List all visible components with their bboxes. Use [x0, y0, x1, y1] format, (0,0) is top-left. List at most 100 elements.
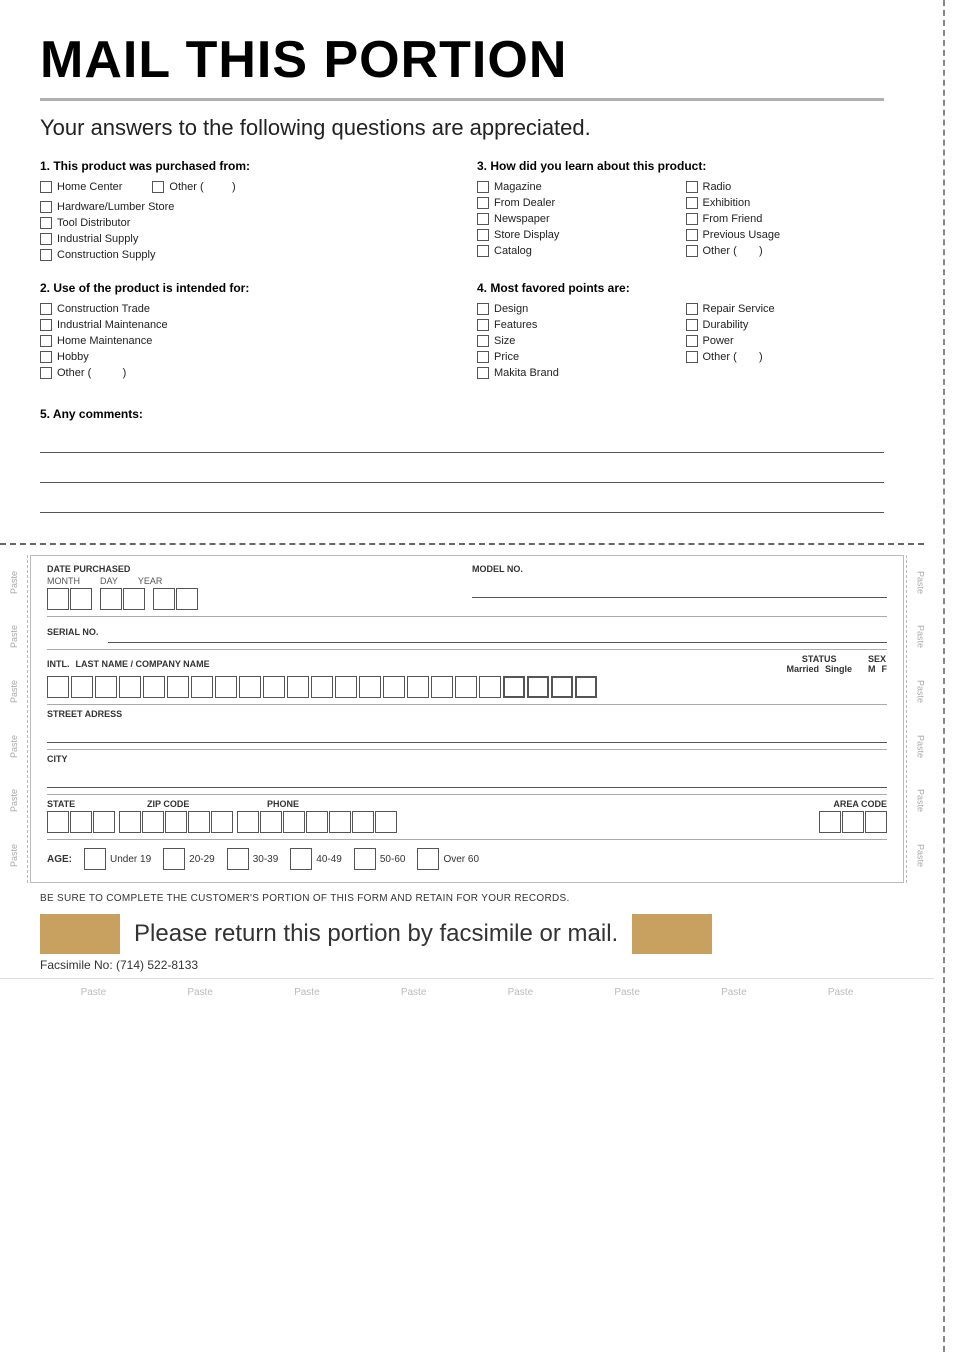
checkbox-radio[interactable] [686, 181, 698, 193]
checkbox-other-q3[interactable] [686, 245, 698, 257]
area-box-3[interactable] [865, 811, 887, 833]
date-model-section: DATE PURCHASED MONTH DAY YEAR [47, 564, 887, 617]
zip-box-1[interactable] [119, 811, 141, 833]
name-box-16[interactable] [407, 676, 429, 698]
month-box-1[interactable] [47, 588, 69, 610]
name-box-9[interactable] [239, 676, 261, 698]
checkbox-makita[interactable] [477, 367, 489, 379]
checkbox-hobby[interactable] [40, 351, 52, 363]
date-section: DATE PURCHASED MONTH DAY YEAR [47, 564, 462, 610]
checkbox-other-q2[interactable] [40, 367, 52, 379]
name-box-21[interactable] [527, 676, 549, 698]
area-box-2[interactable] [842, 811, 864, 833]
checkbox-durability[interactable] [686, 319, 698, 331]
checkbox-hardware[interactable] [40, 201, 52, 213]
name-box-2[interactable] [71, 676, 93, 698]
single-label: Single [825, 664, 852, 674]
checkbox-20-29[interactable] [163, 848, 185, 870]
name-box-7[interactable] [191, 676, 213, 698]
checkbox-construction[interactable] [40, 249, 52, 261]
checkbox-construction-trade[interactable] [40, 303, 52, 315]
name-box-20[interactable] [503, 676, 525, 698]
name-box-5[interactable] [143, 676, 165, 698]
zip-box-5[interactable] [211, 811, 233, 833]
checkbox-under19[interactable] [84, 848, 106, 870]
checkbox-50-60[interactable] [354, 848, 376, 870]
phone-box-2[interactable] [260, 811, 282, 833]
checkbox-size[interactable] [477, 335, 489, 347]
name-box-6[interactable] [167, 676, 189, 698]
name-box-11[interactable] [287, 676, 309, 698]
questions-grid: 1. This product was purchased from: Home… [40, 159, 884, 399]
name-box-1[interactable] [47, 676, 69, 698]
phone-box-7[interactable] [375, 811, 397, 833]
name-box-18[interactable] [455, 676, 477, 698]
checkbox-40-49[interactable] [290, 848, 312, 870]
name-box-14[interactable] [359, 676, 381, 698]
checkbox-from-dealer[interactable] [477, 197, 489, 209]
phone-box-5[interactable] [329, 811, 351, 833]
phone-box-1[interactable] [237, 811, 259, 833]
zip-box-2[interactable] [142, 811, 164, 833]
name-box-12[interactable] [311, 676, 333, 698]
checkbox-exhibition[interactable] [686, 197, 698, 209]
checkbox-magazine[interactable] [477, 181, 489, 193]
name-box-19[interactable] [479, 676, 501, 698]
name-box-3[interactable] [95, 676, 117, 698]
label-over60: Over 60 [443, 854, 479, 865]
q3-col2: Radio Exhibition From Friend Previo [686, 181, 885, 261]
checkbox-design[interactable] [477, 303, 489, 315]
checkbox-30-39[interactable] [227, 848, 249, 870]
checkbox-prev-usage[interactable] [686, 229, 698, 241]
street-input[interactable] [47, 721, 887, 743]
model-input[interactable] [472, 576, 887, 598]
checkbox-tool-dist[interactable] [40, 217, 52, 229]
checkbox-repair[interactable] [686, 303, 698, 315]
month-box-2[interactable] [70, 588, 92, 610]
checkbox-industrial[interactable] [40, 233, 52, 245]
checkbox-catalog[interactable] [477, 245, 489, 257]
phone-box-6[interactable] [352, 811, 374, 833]
age-label: AGE: [47, 854, 72, 865]
year-box-1[interactable] [153, 588, 175, 610]
day-box-1[interactable] [100, 588, 122, 610]
name-box-22[interactable] [551, 676, 573, 698]
checkbox-over60[interactable] [417, 848, 439, 870]
checkbox-price[interactable] [477, 351, 489, 363]
bottom-paste-2: Paste [187, 987, 213, 998]
cut-line [0, 543, 924, 545]
checkbox-other-q1[interactable] [152, 181, 164, 193]
state-box-3[interactable] [93, 811, 115, 833]
state-box-2[interactable] [70, 811, 92, 833]
day-box-2[interactable] [123, 588, 145, 610]
name-box-23[interactable] [575, 676, 597, 698]
serial-input[interactable] [108, 621, 887, 643]
label-construction: Construction Supply [57, 249, 155, 261]
city-input[interactable] [47, 766, 887, 788]
checkbox-newspaper[interactable] [477, 213, 489, 225]
phone-box-4[interactable] [306, 811, 328, 833]
checkbox-home-center[interactable] [40, 181, 52, 193]
name-box-10[interactable] [263, 676, 285, 698]
year-box-2[interactable] [176, 588, 198, 610]
checkbox-features[interactable] [477, 319, 489, 331]
zip-box-3[interactable] [165, 811, 187, 833]
checkbox-power[interactable] [686, 335, 698, 347]
married-single-row: Married Single [786, 664, 852, 674]
checkbox-home-maint[interactable] [40, 335, 52, 347]
state-label: STATE [47, 799, 127, 809]
return-text: Please return this portion by facsimile … [134, 920, 618, 948]
state-box-1[interactable] [47, 811, 69, 833]
phone-box-3[interactable] [283, 811, 305, 833]
zip-box-4[interactable] [188, 811, 210, 833]
area-box-1[interactable] [819, 811, 841, 833]
checkbox-other-q4[interactable] [686, 351, 698, 363]
checkbox-from-friend[interactable] [686, 213, 698, 225]
name-box-4[interactable] [119, 676, 141, 698]
checkbox-store-display[interactable] [477, 229, 489, 241]
name-box-13[interactable] [335, 676, 357, 698]
name-box-15[interactable] [383, 676, 405, 698]
name-box-8[interactable] [215, 676, 237, 698]
name-box-17[interactable] [431, 676, 453, 698]
checkbox-industrial-maint[interactable] [40, 319, 52, 331]
